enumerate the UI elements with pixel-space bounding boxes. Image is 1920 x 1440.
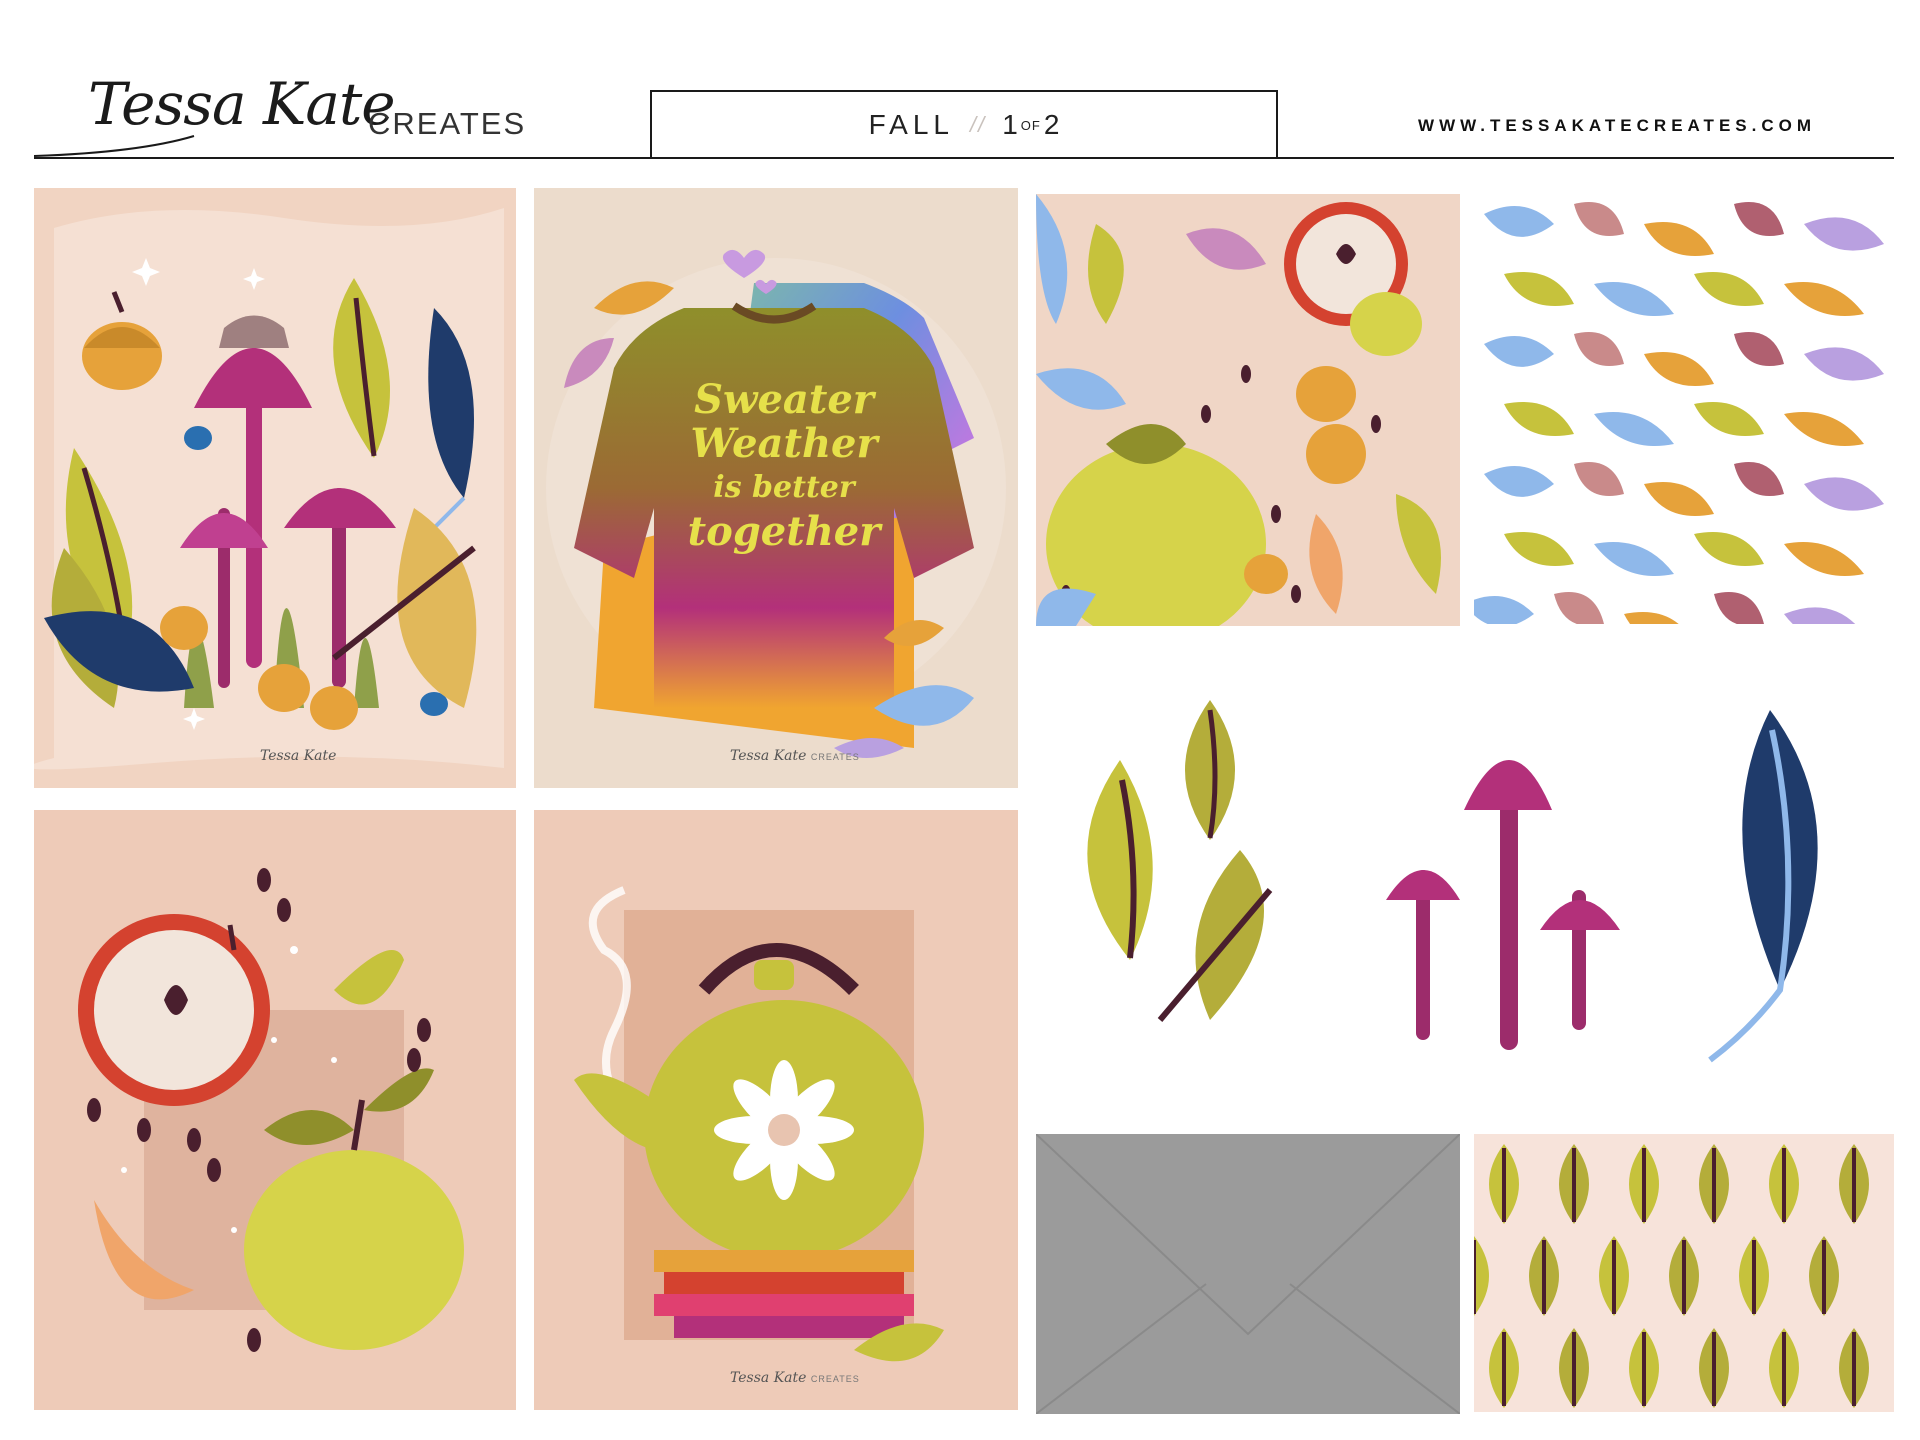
brand-suffix: CREATES (368, 106, 527, 141)
leaf-pattern-swatch[interactable] (1474, 194, 1894, 624)
header-divider (34, 157, 1894, 159)
leaf-pattern (1474, 194, 1894, 624)
signature-script-2: Tessa Kate (730, 1370, 807, 1386)
card-signature-3: Tessa Kate CREATES (730, 1370, 860, 1386)
sweater-card[interactable]: Sweater Weather is better together Tessa… (534, 188, 1018, 788)
signature-script: Tessa Kate (730, 748, 807, 764)
season-title: FALL (868, 109, 954, 140)
oak-pattern (1474, 1134, 1894, 1412)
oak-leaf-icon (1087, 760, 1153, 960)
page-of: OF (1020, 118, 1041, 133)
apple-card[interactable] (34, 810, 516, 1410)
page-indicator: 1 OF 2 (1002, 109, 1059, 141)
sweater-lettering: Sweater Weather is better together (684, 378, 884, 554)
signature-suffix: CREATES (810, 752, 860, 762)
page-header: Tessa Kate CREATES FALL // 1 OF 2 WWW.TE… (0, 0, 1920, 165)
design-elements (1060, 690, 1890, 1070)
lettering-line-2: Weather (690, 420, 878, 467)
teapot-card[interactable]: Tessa Kate CREATES (534, 810, 1018, 1410)
envelope-swatch[interactable] (1036, 1134, 1460, 1414)
card-signature-2: Tessa Kate CREATES (730, 748, 860, 764)
apple-pattern-swatch[interactable] (1036, 194, 1460, 626)
page-number: 1 (1002, 109, 1018, 140)
mushroom-illustration (34, 188, 516, 788)
title-separator: // (969, 112, 987, 137)
oak-pattern-swatch[interactable] (1474, 1134, 1894, 1412)
lettering-line-1: Sweater (694, 376, 874, 423)
envelope-icon (1036, 1134, 1460, 1414)
teapot-illustration (534, 810, 1018, 1410)
card-signature: Tessa Kate (260, 748, 337, 764)
design-elements-art (1087, 700, 1818, 1063)
apple-pattern (1036, 194, 1460, 626)
mushroom-card[interactable]: Tessa Kate (34, 188, 516, 788)
lettering-line-4: together (687, 508, 881, 555)
website-url[interactable]: WWW.TESSAKATECREATES.COM (1418, 116, 1816, 136)
page-title-box: FALL // 1 OF 2 (650, 90, 1278, 158)
signature-suffix-2: CREATES (810, 1374, 860, 1384)
page-total: 2 (1043, 109, 1060, 140)
apple-illustration (34, 810, 516, 1410)
lettering-line-3: is better (713, 470, 855, 505)
logo-swash-icon (34, 135, 195, 157)
